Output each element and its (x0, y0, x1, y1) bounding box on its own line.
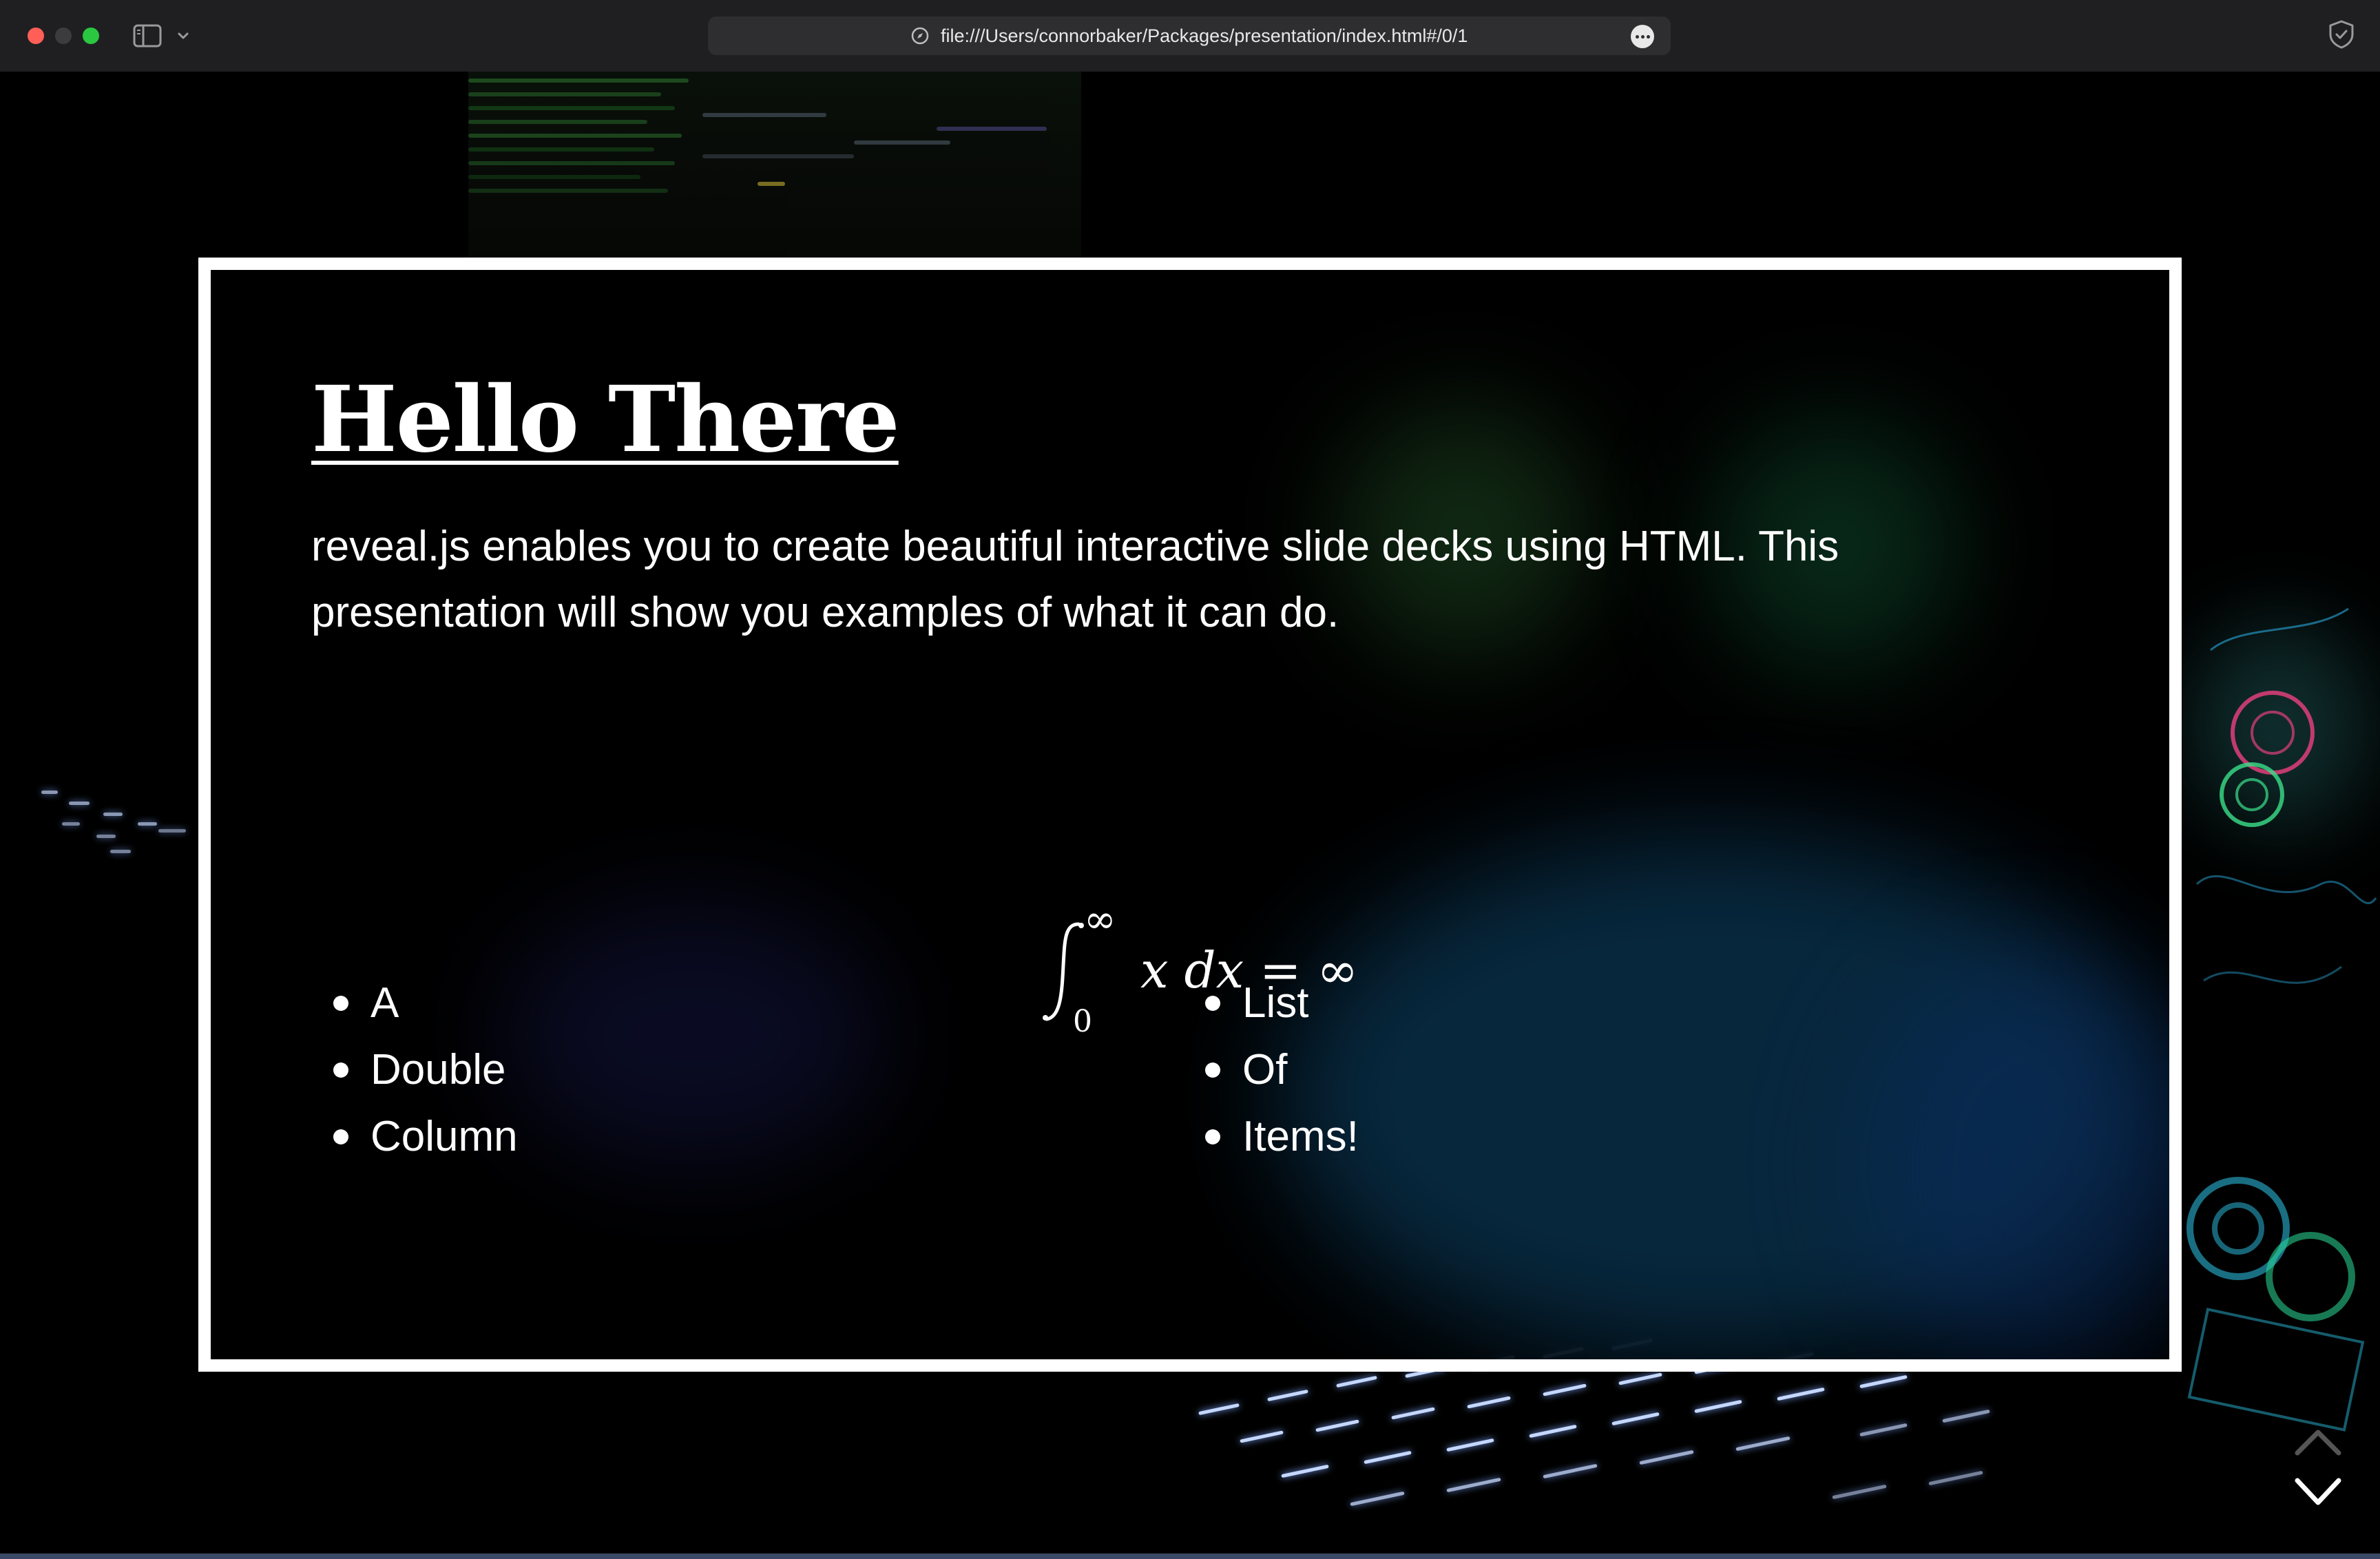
minimize-window-button[interactable] (55, 28, 72, 44)
more-icon[interactable] (1631, 25, 1654, 48)
browser-toolbar: file:///Users/connorbaker/Packages/prese… (0, 0, 2380, 73)
presentation-viewport: Hello There reveal.js enables you to cre… (0, 72, 2380, 1559)
address-bar[interactable]: file:///Users/connorbaker/Packages/prese… (708, 17, 1671, 55)
slide: Hello There reveal.js enables you to cre… (198, 258, 2182, 1372)
list-item: List (1183, 970, 1359, 1036)
close-window-button[interactable] (28, 28, 44, 44)
list-item: Of (1183, 1036, 1359, 1103)
url-text: file:///Users/connorbaker/Packages/prese… (941, 25, 1468, 46)
right-column-list: List Of Items! (1183, 970, 1359, 1170)
chevron-down-icon[interactable] (2293, 1474, 2343, 1509)
chevron-up-icon[interactable] (2293, 1424, 2343, 1457)
chevron-down-icon[interactable] (175, 28, 191, 44)
math-lower-limit: 0 (1073, 1004, 1092, 1034)
slide-paragraph: reveal.js enables you to create beautifu… (311, 523, 1839, 636)
math-upper-limit: ∞ (1084, 903, 1116, 942)
zoom-window-button[interactable] (83, 28, 99, 44)
sidebar-icon[interactable] (132, 22, 163, 50)
terminal-screen-image (468, 72, 1081, 258)
slide-title: Hello There (311, 366, 900, 473)
compass-icon (911, 27, 929, 45)
list-item: A (311, 970, 518, 1036)
shield-icon[interactable] (2328, 19, 2355, 50)
list-item: Items! (1183, 1103, 1359, 1170)
left-column-list: A Double Column (311, 970, 518, 1170)
progress-bar (0, 1553, 2380, 1559)
list-item: Double (311, 1036, 518, 1103)
list-item: Column (311, 1103, 518, 1170)
hud-graphic (2186, 607, 2377, 1432)
